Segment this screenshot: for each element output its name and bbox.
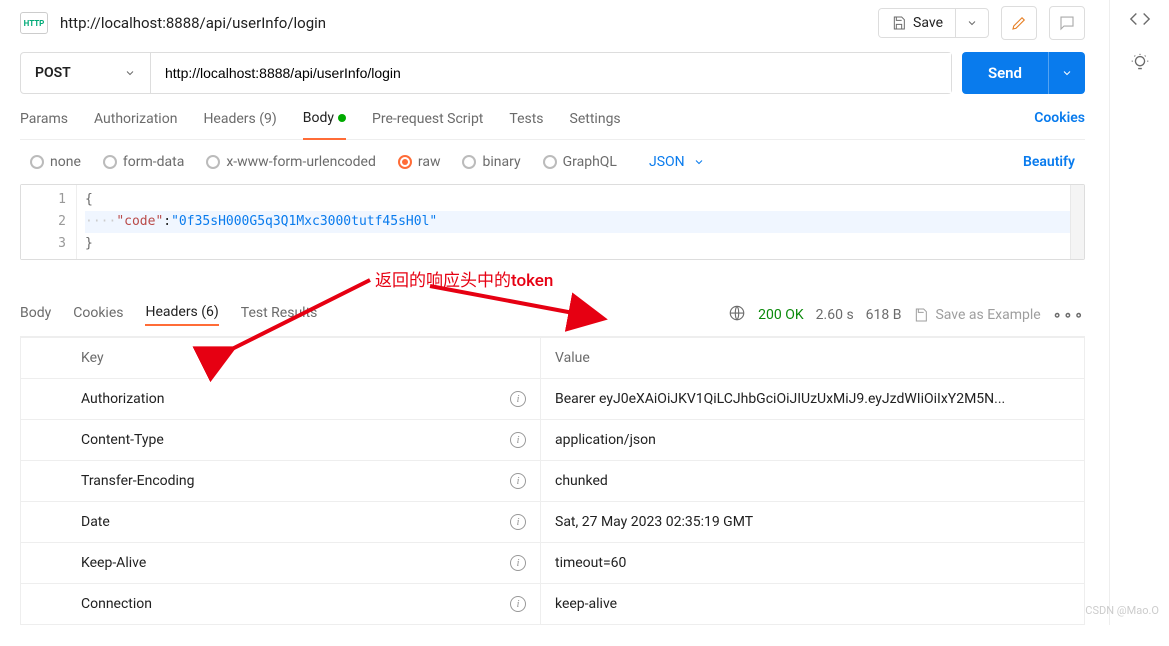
modified-dot-icon (338, 114, 346, 122)
tab-headers[interactable]: Headers (9) (203, 110, 276, 139)
info-icon[interactable]: i (510, 432, 526, 448)
tab-settings[interactable]: Settings (570, 110, 621, 139)
line-gutter: 1 2 3 (21, 185, 77, 259)
header-value: Sat, 27 May 2023 02:35:19 GMT (541, 502, 1085, 543)
radio-raw[interactable]: raw (398, 154, 441, 170)
send-dropdown[interactable] (1048, 52, 1085, 94)
response-headers-table: Key Value AuthorizationiBearer eyJ0eXAiO… (20, 337, 1085, 625)
code-icon[interactable] (1129, 8, 1151, 34)
watermark: CSDN @Mao.O (1085, 604, 1159, 617)
resp-tab-body[interactable]: Body (20, 305, 51, 325)
method-select[interactable]: POST (21, 53, 151, 93)
header-key: Keep-Alivei (21, 543, 541, 584)
content-type-select[interactable]: JSON (649, 154, 705, 170)
radio-xwww[interactable]: x-www-form-urlencoded (206, 154, 376, 170)
arrow-left-icon (200, 272, 380, 366)
http-badge-icon: HTTP (20, 12, 48, 34)
table-row: Keep-Aliveitimeout=60 (21, 543, 1085, 584)
tab-header: HTTP http://localhost:8888/api/userInfo/… (20, 0, 1085, 52)
globe-icon[interactable] (728, 304, 746, 326)
bulb-icon[interactable] (1129, 52, 1151, 78)
header-value: keep-alive (541, 584, 1085, 625)
header-key: Datei (21, 502, 541, 543)
info-icon[interactable]: i (510, 391, 526, 407)
table-row: Content-Typeiapplication/json (21, 420, 1085, 461)
column-value: Value (541, 338, 1085, 379)
save-button[interactable]: Save (879, 9, 955, 37)
info-icon[interactable]: i (510, 555, 526, 571)
request-tab-title: http://localhost:8888/api/userInfo/login (60, 14, 866, 32)
table-row: DateiSat, 27 May 2023 02:35:19 GMT (21, 502, 1085, 543)
arrow-right-icon (420, 276, 620, 340)
body-type-selector: none form-data x-www-form-urlencoded raw… (20, 140, 1085, 184)
header-key: Authorizationi (21, 379, 541, 420)
header-key: Connectioni (21, 584, 541, 625)
save-dropdown[interactable] (955, 9, 988, 37)
comment-button[interactable] (1049, 6, 1085, 40)
resp-tab-cookies[interactable]: Cookies (73, 305, 123, 325)
info-icon[interactable]: i (510, 473, 526, 489)
header-value: Bearer eyJ0eXAiOiJKV1QiLCJhbGciOiJIUzUxM… (541, 379, 1085, 420)
radio-graphql[interactable]: GraphQL (543, 154, 617, 170)
header-value: application/json (541, 420, 1085, 461)
radio-binary[interactable]: binary (462, 154, 520, 170)
edit-button[interactable] (1001, 6, 1037, 40)
tab-prerequest[interactable]: Pre-request Script (372, 110, 483, 139)
tab-body[interactable]: Body (303, 110, 346, 140)
annotation-overlay: 返回的响应头中的token (20, 264, 1085, 304)
radio-none[interactable]: none (30, 154, 81, 170)
more-actions[interactable]: ∘∘∘ (1053, 307, 1085, 323)
send-button[interactable]: Send (962, 52, 1048, 94)
radio-form-data[interactable]: form-data (103, 154, 184, 170)
info-icon[interactable]: i (510, 596, 526, 612)
header-value: timeout=60 (541, 543, 1085, 584)
scrollbar[interactable] (1070, 185, 1084, 259)
header-key: Content-Typei (21, 420, 541, 461)
beautify-button[interactable]: Beautify (1023, 154, 1075, 170)
body-editor[interactable]: 1 2 3 { ····"code":"0f35sH000G5q3Q1Mxc30… (20, 184, 1085, 260)
table-row: Connectionikeep-alive (21, 584, 1085, 625)
url-bar: POST Send (20, 52, 1085, 94)
right-sidebar (1109, 0, 1169, 625)
tab-authorization[interactable]: Authorization (94, 110, 177, 139)
header-key: Transfer-Encodingi (21, 461, 541, 502)
request-tabs: Params Authorization Headers (9) Body Pr… (20, 110, 1085, 140)
response-time: 2.60 s (816, 307, 854, 323)
tab-tests[interactable]: Tests (509, 110, 543, 139)
tab-params[interactable]: Params (20, 110, 68, 139)
response-size: 618 B (866, 307, 902, 323)
table-row: Transfer-Encodingichunked (21, 461, 1085, 502)
cookies-link[interactable]: Cookies (1034, 110, 1085, 138)
url-input[interactable] (151, 53, 951, 93)
header-value: chunked (541, 461, 1085, 502)
table-row: AuthorizationiBearer eyJ0eXAiOiJKV1QiLCJ… (21, 379, 1085, 420)
save-as-example-button[interactable]: Save as Example (913, 307, 1040, 323)
info-icon[interactable]: i (510, 514, 526, 530)
status-code: 200 OK (758, 307, 804, 323)
